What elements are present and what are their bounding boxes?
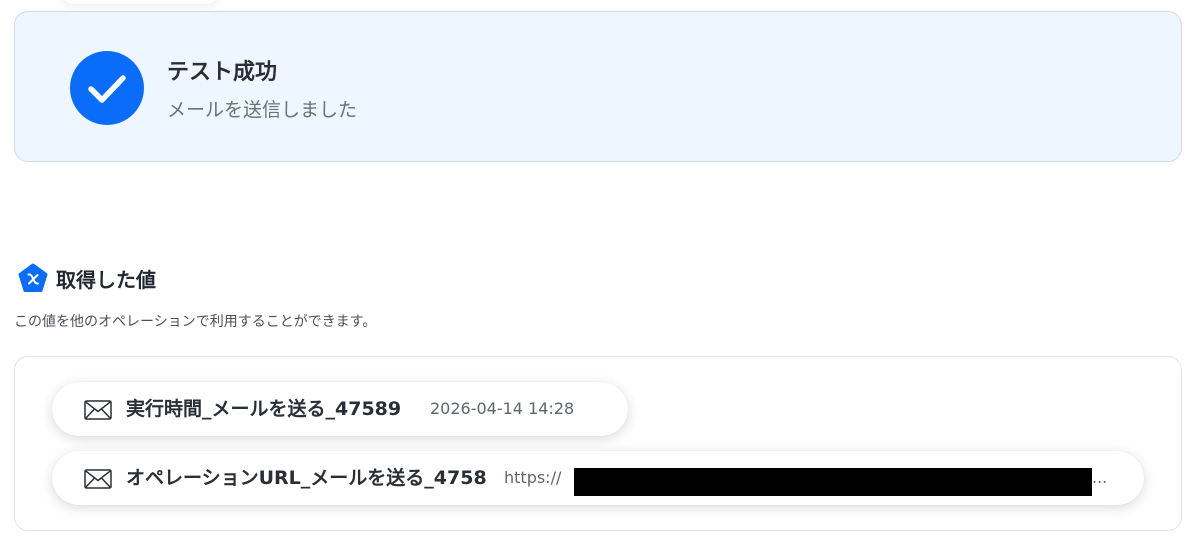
header-edge — [60, 0, 220, 4]
section-title: 取得した値 — [56, 268, 156, 292]
success-message: メールを送信しました — [167, 99, 358, 121]
test-success-banner: テスト成功 メールを送信しました — [14, 11, 1182, 162]
truncation-ellipsis: ... — [1092, 468, 1108, 487]
page: テスト成功 メールを送信しました 取得した値 この値を他のオペレーションで利用す… — [0, 0, 1194, 544]
output-value-name: 実行時間_メールを送る_47589 — [126, 398, 402, 420]
section-description: この値を他のオペレーションで利用することができます。 — [14, 314, 377, 330]
output-value-text: 2026-04-14 14:28 — [430, 399, 575, 418]
mail-icon — [84, 469, 112, 489]
output-value-item[interactable]: 実行時間_メールを送る_47589 2026-04-14 14:28 — [52, 382, 628, 436]
output-value-text: https:// — [504, 468, 562, 487]
output-value-item[interactable]: オペレーションURL_メールを送る_4758 https:// ... — [52, 451, 1144, 505]
mail-icon — [84, 400, 112, 420]
check-icon — [70, 51, 144, 125]
redacted-block — [574, 468, 1092, 496]
variable-x-icon — [18, 263, 48, 292]
output-value-name: オペレーションURL_メールを送る_4758 — [126, 467, 487, 489]
success-title: テスト成功 — [167, 60, 278, 85]
